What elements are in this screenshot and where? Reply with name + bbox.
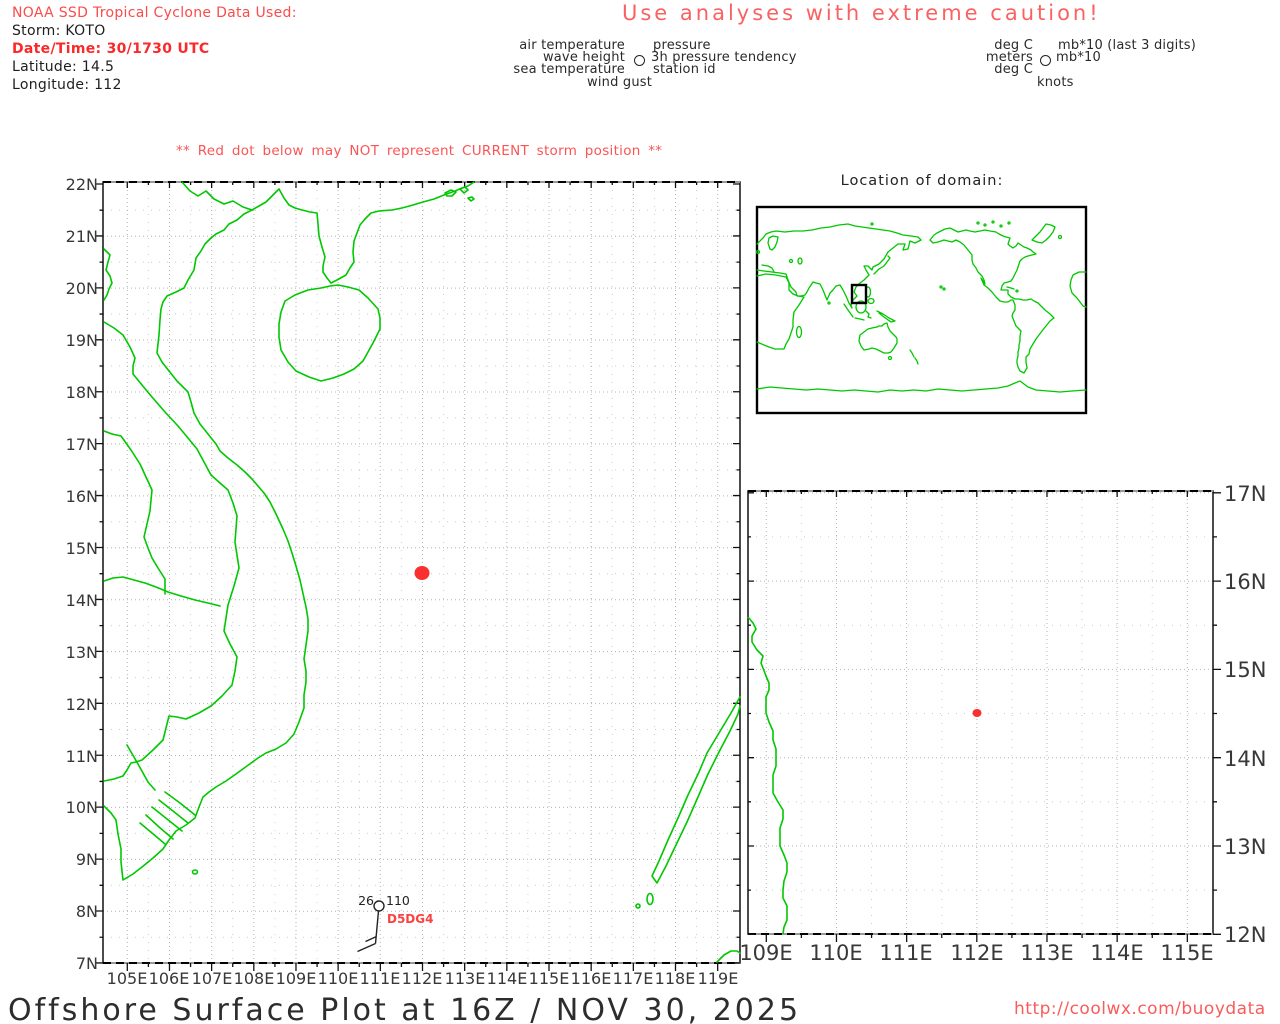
main-lat-label: 11N — [38, 747, 98, 766]
zoom-lon-label: 109E — [734, 941, 798, 965]
legend-unit-knots: knots — [1037, 75, 1074, 90]
inset-coastlines — [757, 221, 1087, 392]
header-latitude: Latitude: 14.5 — [12, 59, 114, 75]
zoom-lon-label: 115E — [1155, 941, 1219, 965]
main-lat-label: 22N — [38, 175, 98, 194]
zoom-map-ticks — [748, 491, 1221, 942]
main-lat-label: 8N — [38, 902, 98, 921]
station-model-circle-icon — [634, 55, 645, 66]
legend-station-id: station id — [653, 62, 716, 77]
zoom-lon-label: 112E — [945, 941, 1009, 965]
main-lon-label: 116E — [567, 969, 615, 988]
header-source-line: NOAA SSD Tropical Cyclone Data Used: — [12, 5, 297, 21]
legend-wind-gust: wind gust — [587, 75, 652, 90]
main-lat-label: 12N — [38, 695, 98, 714]
storm-position-warning: ** Red dot below may NOT represent CURRE… — [176, 143, 662, 159]
zoom-lat-label: 12N — [1224, 923, 1280, 947]
main-lat-label: 15N — [38, 539, 98, 558]
inset-frame — [757, 207, 1086, 413]
station-circle — [374, 901, 384, 911]
zoom-lon-label: 114E — [1085, 941, 1149, 965]
zoom-map-coastline — [748, 617, 787, 934]
main-lat-label: 13N — [38, 643, 98, 662]
main-lon-label: 119E — [694, 969, 742, 988]
main-lon-label: 115E — [525, 969, 573, 988]
inset-map-title: Location of domain: — [757, 173, 1087, 189]
main-lon-label: 110E — [314, 969, 362, 988]
main-lon-label: 107E — [188, 969, 236, 988]
main-lat-label: 18N — [38, 383, 98, 402]
main-lat-label: 16N — [38, 487, 98, 506]
wind-barb — [358, 911, 379, 952]
zoom-lat-label: 17N — [1224, 482, 1280, 506]
main-lon-label: 106E — [145, 969, 193, 988]
inset-world-map — [757, 207, 1087, 413]
zoom-lon-label: 110E — [804, 941, 868, 965]
legend-unit-degc-sea: deg C — [994, 62, 1033, 77]
domain-rect — [852, 285, 866, 303]
main-map — [96, 182, 740, 971]
main-lat-label: 21N — [38, 227, 98, 246]
header-storm-name: Storm: KOTO — [12, 23, 106, 39]
main-lat-label: 19N — [38, 331, 98, 350]
main-lat-label: 17N — [38, 435, 98, 454]
main-lat-label: 20N — [38, 279, 98, 298]
station-id-value: D5DG4 — [387, 912, 433, 926]
station-pressure-value: 110 — [386, 893, 410, 908]
storm-dot-main — [415, 566, 430, 580]
plot-title: Offshore Surface Plot at 16Z / NOV 30, 2… — [8, 993, 801, 1024]
main-lon-label: 112E — [398, 969, 446, 988]
main-lat-label: 10N — [38, 798, 98, 817]
zoom-lat-label: 14N — [1224, 747, 1280, 771]
zoom-lat-label: 13N — [1224, 835, 1280, 859]
main-lon-label: 113E — [441, 969, 489, 988]
zoom-lon-label: 111E — [874, 941, 938, 965]
main-lon-label: 108E — [230, 969, 278, 988]
storm-dot-zoom — [973, 709, 982, 717]
source-url-link[interactable]: http://coolwx.com/buoydata — [1014, 999, 1266, 1019]
caution-heading: Use analyses with extreme caution! — [622, 1, 1101, 25]
main-lon-label: 118E — [651, 969, 699, 988]
main-lon-label: 111E — [356, 969, 404, 988]
zoom-lat-label: 15N — [1224, 658, 1280, 682]
header-longitude: Longitude: 112 — [12, 77, 122, 93]
units-model-circle-icon — [1040, 55, 1051, 66]
zoom-lon-label: 113E — [1015, 941, 1079, 965]
station-air-temp-value: 26 — [346, 893, 374, 908]
main-lon-label: 109E — [272, 969, 320, 988]
zoom-lat-label: 16N — [1224, 570, 1280, 594]
main-lon-label: 105E — [103, 969, 151, 988]
main-lat-label: 9N — [38, 850, 98, 869]
main-lat-label: 7N — [38, 954, 98, 973]
main-lat-label: 14N — [38, 591, 98, 610]
main-lon-label: 114E — [483, 969, 531, 988]
main-lon-label: 117E — [609, 969, 657, 988]
buoy-plot-page: NOAA SSD Tropical Cyclone Data Used: Sto… — [0, 0, 1280, 1024]
header-datetime: Date/Time: 30/1730 UTC — [12, 41, 210, 57]
legend-unit-mb: mb*10 — [1056, 50, 1101, 65]
zoom-map — [748, 491, 1221, 942]
